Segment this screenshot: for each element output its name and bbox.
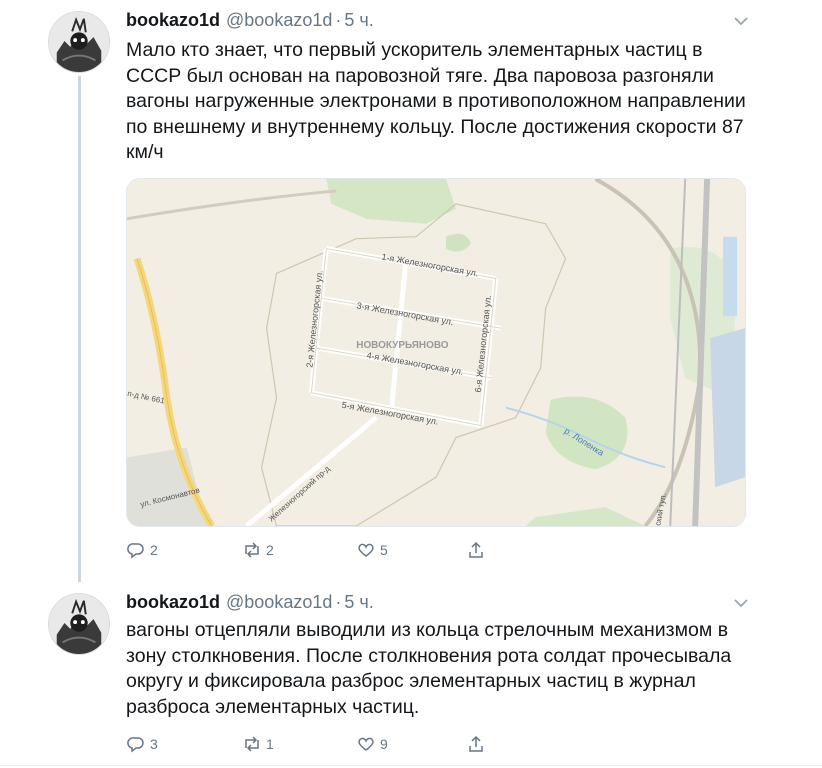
retweet-button[interactable]: 2 [242,538,274,562]
thread-line [78,76,81,582]
tweet-2[interactable]: bookazo1d @bookazo1d · 5 ч. вагоны отцеп… [0,582,822,768]
timestamp[interactable]: 5 ч. [344,592,373,613]
reply-count: 3 [150,736,158,752]
avatar-image [49,594,109,654]
chevron-down-icon[interactable] [733,597,749,609]
retweet-count: 2 [266,542,274,558]
reply-button[interactable]: 2 [126,538,158,562]
share-icon [469,541,483,558]
tweet-text: вагоны отцепляли выводили из кольца стре… [126,619,732,718]
retweet-count: 1 [266,736,274,752]
avatar[interactable] [48,593,110,655]
chevron-down-icon[interactable] [733,15,749,27]
retweet-button[interactable]: 1 [242,732,274,756]
share-button[interactable] [466,732,486,756]
map-image[interactable]: 1-я Железногорская ул. 3-я Железногорска… [126,178,746,527]
avatar[interactable] [48,11,110,73]
retweet-icon [245,736,259,752]
retweet-icon [245,542,259,558]
author-name[interactable]: bookazo1d [126,592,220,613]
like-button[interactable]: 9 [356,732,388,756]
like-button[interactable]: 5 [356,538,388,562]
like-count: 9 [380,736,388,752]
tweet-divider [0,765,822,766]
tweet-header: bookazo1d @bookazo1d · 5 ч. [126,10,374,31]
tweet-header: bookazo1d @bookazo1d · 5 ч. [126,592,374,613]
separator-dot: · [335,592,342,612]
timestamp[interactable]: 5 ч. [344,10,373,31]
tweet-1[interactable]: bookazo1d @bookazo1d · 5 ч. Мало кто зна… [0,0,822,582]
avatar-image [49,12,109,72]
share-icon [469,735,483,752]
tweet-actions: 3 1 9 [126,732,746,756]
reply-count: 2 [150,542,158,558]
author-handle[interactable]: @bookazo1d [226,10,332,31]
reply-icon [127,737,144,753]
author-handle[interactable]: @bookazo1d [226,592,332,613]
reply-icon [127,543,144,559]
heart-icon [358,543,374,557]
tweet-text: Мало кто знает, что первый ускоритель эл… [126,39,746,163]
tweet-actions: 2 2 5 [126,538,746,562]
author-name[interactable]: bookazo1d [126,10,220,31]
reply-button[interactable]: 3 [126,732,158,756]
share-button[interactable] [466,538,486,562]
district-label: НОВОКУРЬЯНОВО [356,340,449,351]
separator-dot: · [335,10,342,30]
heart-icon [358,737,374,751]
like-count: 5 [380,542,388,558]
